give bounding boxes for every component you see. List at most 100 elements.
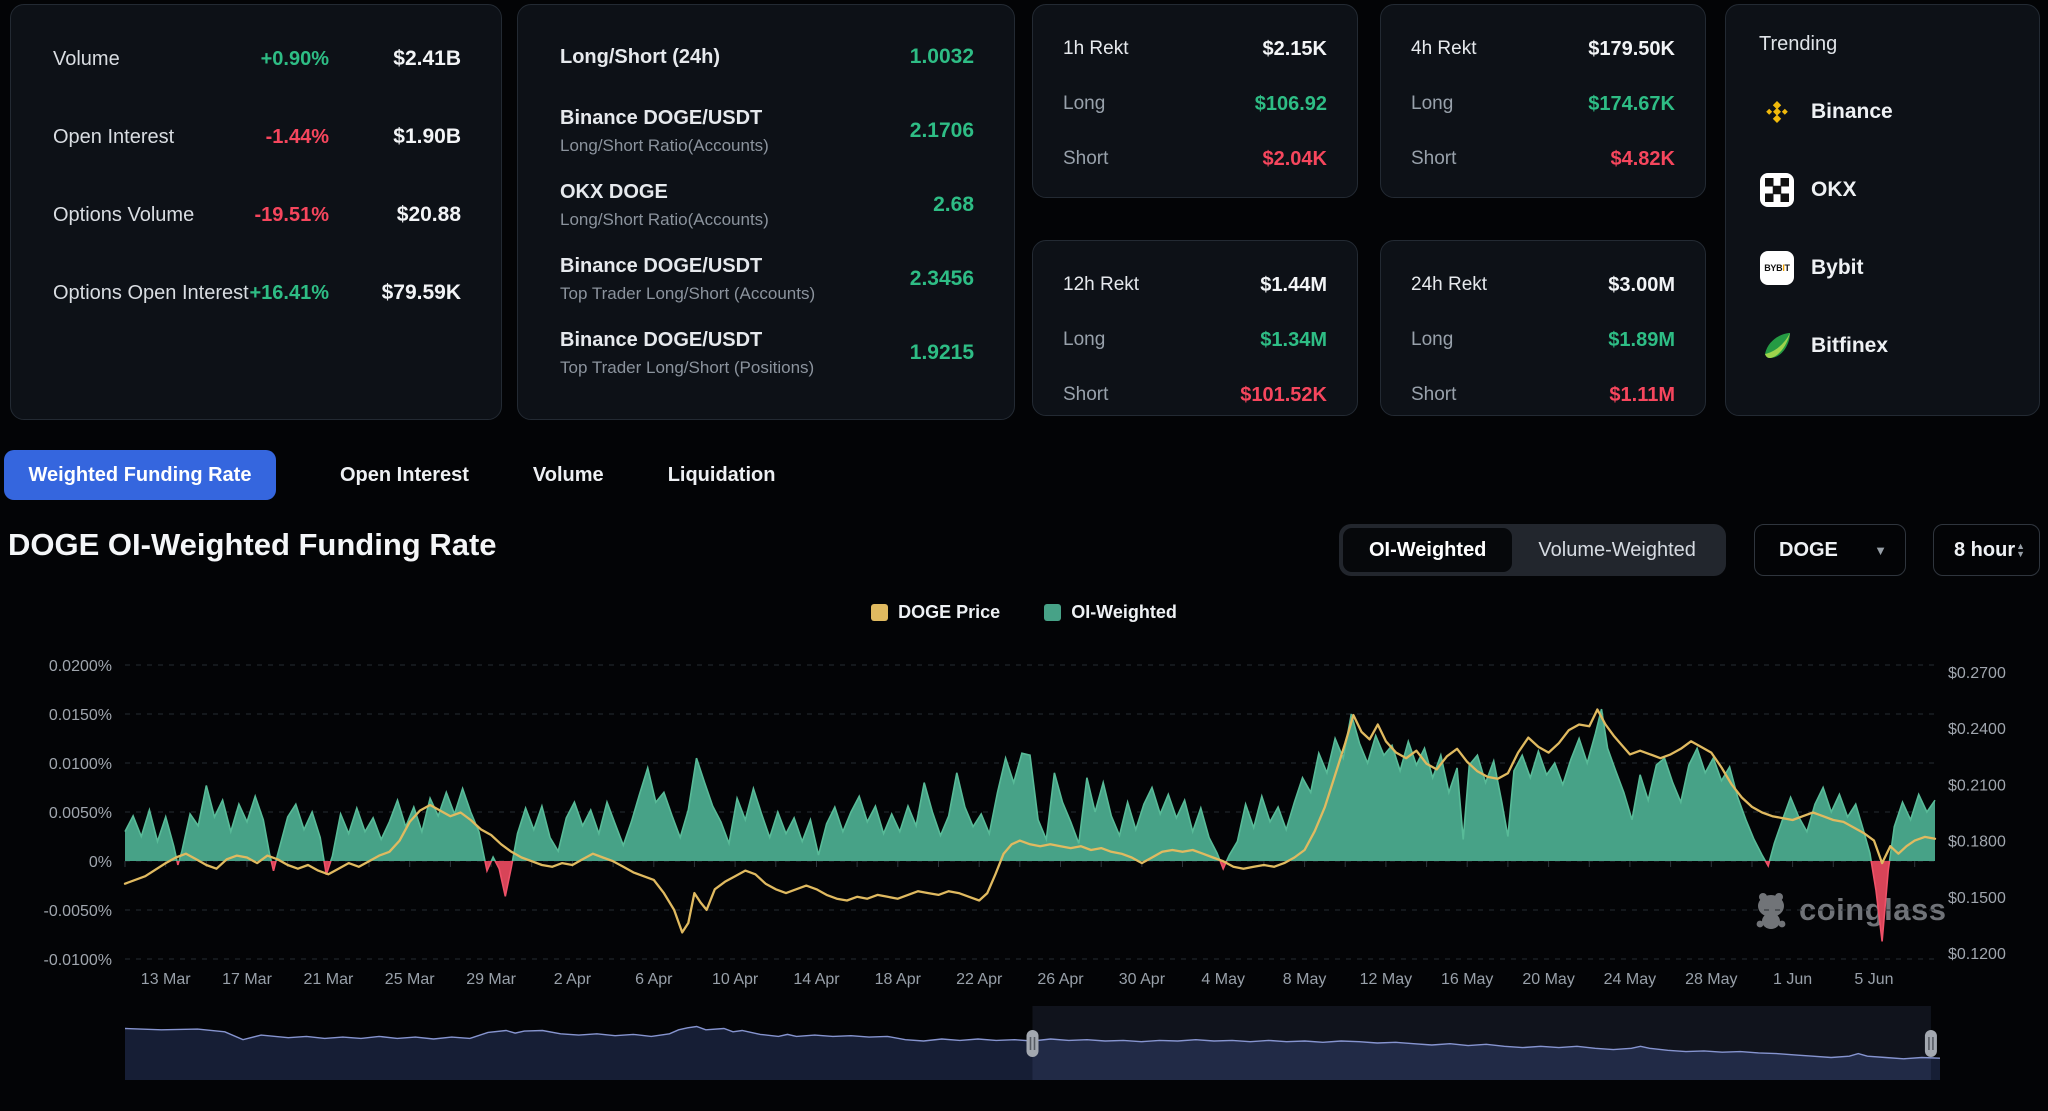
svg-text:0%: 0%	[89, 854, 112, 871]
rekt-long-label: Long	[1411, 329, 1454, 350]
rekt-card-24h: 24h Rekt $3.00M Long $1.89M Short $1.11M	[1380, 240, 1706, 416]
legend-item-doge-price[interactable]: DOGE Price	[871, 602, 1000, 623]
trending-item-okx[interactable]: OKX	[1759, 168, 2039, 212]
rekt-long-value: $1.34M	[1260, 328, 1327, 351]
symbol-select-value: DOGE	[1779, 538, 1838, 561]
rekt-card-4h: 4h Rekt $179.50K Long $174.67K Short $4.82K	[1380, 4, 1706, 198]
rekt-title: 1h Rekt	[1063, 38, 1129, 59]
ls-value: 2.3456	[909, 267, 974, 290]
trending-name: Bybit	[1811, 256, 1864, 279]
rekt-short-label: Short	[1063, 384, 1109, 405]
ls-title: Binance DOGE/USDT	[560, 328, 763, 351]
svg-text:21 Mar: 21 Mar	[304, 971, 354, 988]
symbol-select[interactable]: DOGE ▼	[1754, 524, 1906, 576]
tab-liquidation[interactable]: Liquidation	[668, 464, 776, 487]
svg-text:18 Apr: 18 Apr	[875, 971, 922, 988]
svg-text:$0.2100: $0.2100	[1948, 777, 2006, 794]
svg-text:0.0100%: 0.0100%	[49, 756, 112, 773]
svg-text:14 Apr: 14 Apr	[793, 971, 840, 988]
rekt-card-12h: 12h Rekt $1.44M Long $1.34M Short $101.52K	[1032, 240, 1358, 416]
ls-value: 1.9215	[909, 341, 974, 364]
chevron-down-icon: ▼	[1874, 542, 1887, 558]
ls-value: 2.1706	[909, 119, 974, 142]
svg-text:30 Apr: 30 Apr	[1119, 971, 1166, 988]
rekt-short-value: $101.52K	[1240, 383, 1327, 406]
funding-rate-chart[interactable]: 0.0200% 0.0150% 0.0100% 0.0050% 0% -0.0050% -0…	[0, 630, 2048, 1010]
stat-label: Options Volume	[53, 203, 195, 226]
svg-text:4 May: 4 May	[1201, 971, 1245, 988]
interval-select[interactable]: 8 hour ▲ ▼	[1933, 524, 2040, 576]
navigator-handle[interactable]	[1026, 1030, 1039, 1057]
toggle-volume-weighted[interactable]: Volume-Weighted	[1512, 528, 1722, 572]
ls-subtitle: Long/Short Ratio(Accounts)	[560, 209, 769, 229]
trending-name: Bitfinex	[1811, 334, 1889, 357]
svg-text:8 May: 8 May	[1283, 971, 1327, 988]
rekt-long-label: Long	[1063, 93, 1106, 114]
legend-label: DOGE Price	[898, 602, 1001, 622]
trending-name: OKX	[1811, 178, 1857, 201]
svg-text:25 Mar: 25 Mar	[385, 971, 435, 988]
rekt-short-label: Short	[1411, 148, 1457, 169]
ls-row-toptrader-accounts: Binance DOGE/USDT Top Trader Long/Short …	[560, 253, 974, 305]
toggle-oi-weighted[interactable]: OI-Weighted	[1343, 528, 1513, 572]
stat-change: +0.90%	[260, 47, 329, 70]
rekt-short-value: $4.82K	[1610, 147, 1676, 170]
svg-text:28 May: 28 May	[1685, 971, 1737, 988]
ls-value: 1.0032	[909, 45, 974, 68]
svg-text:-0.0100%: -0.0100%	[44, 952, 113, 969]
legend-label: OI-Weighted	[1071, 602, 1177, 622]
rekt-title: 4h Rekt	[1411, 38, 1477, 59]
oi-weighted-swatch	[1044, 604, 1062, 621]
ls-title: OKX DOGE	[560, 180, 668, 203]
stat-change: -19.51%	[254, 203, 330, 226]
svg-text:$0.1500: $0.1500	[1948, 890, 2006, 907]
svg-text:20 May: 20 May	[1522, 971, 1574, 988]
chart-navigator[interactable]	[125, 1006, 1940, 1086]
rekt-long-value: $174.67K	[1588, 92, 1675, 115]
rekt-total: $3.00M	[1608, 273, 1675, 296]
svg-text:13 Mar: 13 Mar	[141, 971, 191, 988]
svg-text:6 Apr: 6 Apr	[635, 971, 673, 988]
interval-select-value: 8 hour	[1954, 538, 2016, 561]
svg-text:22 Apr: 22 Apr	[956, 971, 1003, 988]
svg-text:16 May: 16 May	[1441, 971, 1493, 988]
ls-subtitle: Top Trader Long/Short (Accounts)	[560, 283, 816, 303]
rekt-title: 24h Rekt	[1411, 274, 1488, 295]
svg-text:1 Jun: 1 Jun	[1773, 971, 1812, 988]
stat-value: $2.41B	[393, 47, 461, 70]
rekt-card-1h: 1h Rekt $2.15K Long $106.92 Short $2.04K	[1032, 4, 1358, 198]
stat-change: -1.44%	[265, 125, 329, 148]
trending-item-binance[interactable]: Binance	[1759, 90, 2039, 134]
legend-item-oi-weighted[interactable]: OI-Weighted	[1044, 602, 1177, 623]
rekt-total: $2.15K	[1262, 37, 1328, 60]
svg-text:$0.2400: $0.2400	[1948, 721, 2006, 738]
rekt-short-value: $1.11M	[1609, 383, 1675, 406]
ls-row-binance-accounts: Binance DOGE/USDT Long/Short Ratio(Accou…	[560, 105, 974, 157]
bybit-logo-icon: BYBIT	[1759, 250, 1795, 286]
trending-title: Trending	[1759, 33, 1838, 55]
stat-value: $79.59K	[381, 281, 461, 304]
stat-label: Open Interest	[53, 125, 175, 148]
navigator-handle[interactable]	[1924, 1030, 1937, 1057]
stat-label: Volume	[53, 47, 120, 70]
svg-text:$0.2700: $0.2700	[1948, 665, 2006, 682]
stat-row-options-volume: Options Volume -19.51% $20.88	[53, 191, 461, 239]
svg-text:0.0150%: 0.0150%	[49, 707, 112, 724]
weighting-toggle: OI-Weighted Volume-Weighted	[1339, 524, 1726, 576]
market-stats-card: Volume +0.90% $2.41B Open Interest -1.44…	[10, 4, 502, 420]
svg-text:12 May: 12 May	[1360, 971, 1412, 988]
binance-logo-icon	[1759, 94, 1795, 130]
stat-row-open-interest: Open Interest -1.44% $1.90B	[53, 113, 461, 161]
trending-item-bybit[interactable]: BYBIT Bybit	[1759, 246, 2039, 290]
ls-subtitle: Long/Short Ratio(Accounts)	[560, 135, 769, 155]
svg-text:-0.0050%: -0.0050%	[44, 903, 113, 920]
svg-text:0.0050%: 0.0050%	[49, 805, 112, 822]
tab-open-interest[interactable]: Open Interest	[340, 464, 469, 487]
trending-name: Binance	[1811, 100, 1893, 123]
tab-weighted-funding-rate[interactable]: Weighted Funding Rate	[4, 450, 276, 500]
stat-row-options-open-interest: Options Open Interest +16.41% $79.59K	[53, 269, 461, 317]
trending-item-bitfinex[interactable]: Bitfinex	[1759, 324, 2039, 368]
tab-volume[interactable]: Volume	[533, 464, 604, 487]
svg-text:24 May: 24 May	[1604, 971, 1656, 988]
rekt-total: $1.44M	[1260, 273, 1327, 296]
